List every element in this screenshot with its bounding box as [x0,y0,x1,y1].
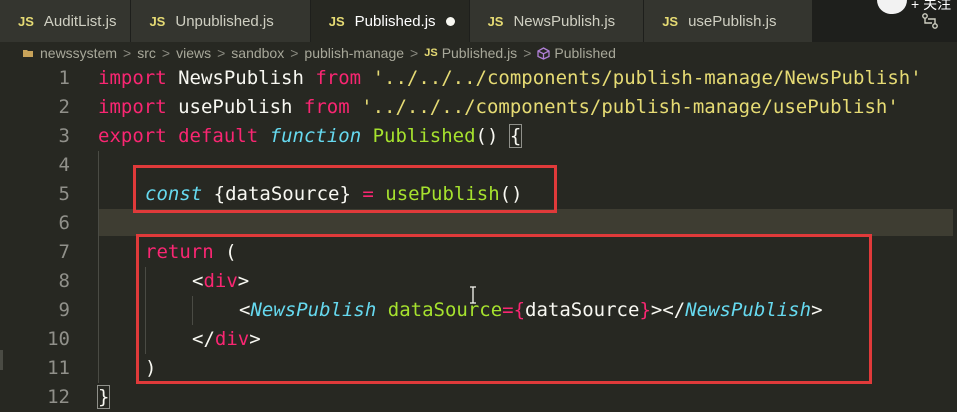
breadcrumb-separator: > [410,45,419,61]
js-file-icon: JS [487,13,504,29]
tab-usepublish[interactable]: JS usePublish.js [644,0,814,42]
token: { [508,124,523,148]
line-number: 4 [58,154,70,176]
breadcrumb-item[interactable]: src [137,45,156,61]
tab-auditlist[interactable]: JS AuditList.js [0,0,132,42]
breadcrumb: newssystem > src > views > sandbox > pub… [0,42,957,64]
code-text: import usePublish from '../../../compone… [98,93,899,122]
code-line: 1 import NewsPublish from '../../../comp… [0,64,957,93]
tab-label: Published.js [354,12,436,30]
editor-tab-bar: JS AuditList.js JS Unpublished.js JS Pub… [0,0,957,42]
code-editor[interactable]: 1 import NewsPublish from '../../../comp… [0,64,957,409]
token: default [178,125,259,147]
token: export [98,125,167,147]
tabbar-actions: + 关注 [877,0,957,42]
breadcrumb-separator: > [217,45,226,61]
js-file-icon: JS [662,13,679,29]
text-cursor-icon [470,286,476,304]
token: import [98,67,167,89]
breadcrumb-item[interactable]: publish-manage [304,45,404,61]
tab-label: NewsPublish.js [513,12,616,30]
token: import [98,96,167,118]
js-file-icon: JS [424,47,438,59]
breadcrumb-item[interactable]: views [176,45,211,61]
line-number: 2 [58,96,70,118]
folder-icon [23,50,33,57]
js-file-icon: JS [328,13,345,29]
tab-newspublish[interactable]: JS NewsPublish.js [469,0,645,42]
token: usePublish [166,96,304,118]
js-file-icon: JS [149,13,166,29]
token: '../../../components/publish-manage/News… [361,67,922,89]
code-text: export default function Published() { [98,122,523,151]
line-number: 8 [58,270,70,292]
tab-unpublished[interactable]: JS Unpublished.js [131,0,311,42]
breadcrumb-separator: > [161,45,171,61]
annotation-highlight-box [136,234,872,384]
token: '../../../components/publish-manage/useP… [349,96,899,118]
tab-label: usePublish.js [688,12,777,30]
breadcrumb-symbol[interactable]: Published [554,45,616,61]
tab-label: Unpublished.js [175,12,274,30]
js-file-icon: JS [18,13,34,29]
symbol-method-icon [537,46,551,60]
watermark-logo [877,0,907,14]
code-line: 3 export default function Published() { [0,122,957,151]
line-number: 7 [58,241,70,263]
breadcrumb-item[interactable]: newssystem [40,45,117,61]
unsaved-dot-icon[interactable] [445,16,455,26]
breadcrumb-separator: > [523,45,532,61]
line-number: 11 [47,357,70,379]
line-number: 6 [58,212,70,234]
code-text: import NewsPublish from '../../../compon… [98,64,922,93]
token: () [475,125,499,147]
token: Published [372,125,476,147]
compare-changes-icon[interactable] [921,12,939,30]
line-number: 10 [47,328,70,350]
tab-published[interactable]: JS Published.js [310,0,470,42]
code-line: 2 import usePublish from '../../../compo… [0,93,957,122]
line-number: 1 [58,67,70,89]
token: from [315,67,362,89]
breadcrumb-file[interactable]: Published.js [442,45,518,61]
line-number: 3 [58,125,70,147]
annotation-highlight-box [133,165,557,213]
token: } [96,385,111,409]
token: function [269,125,362,147]
tab-label: AuditList.js [43,12,117,30]
line-number: 5 [58,183,70,205]
token: NewsPublish [166,67,316,89]
breadcrumb-item[interactable]: sandbox [231,45,284,61]
token: from [303,96,350,118]
breadcrumb-separator: > [123,45,132,61]
line-number: 9 [58,299,70,321]
breadcrumb-separator: > [290,45,299,61]
